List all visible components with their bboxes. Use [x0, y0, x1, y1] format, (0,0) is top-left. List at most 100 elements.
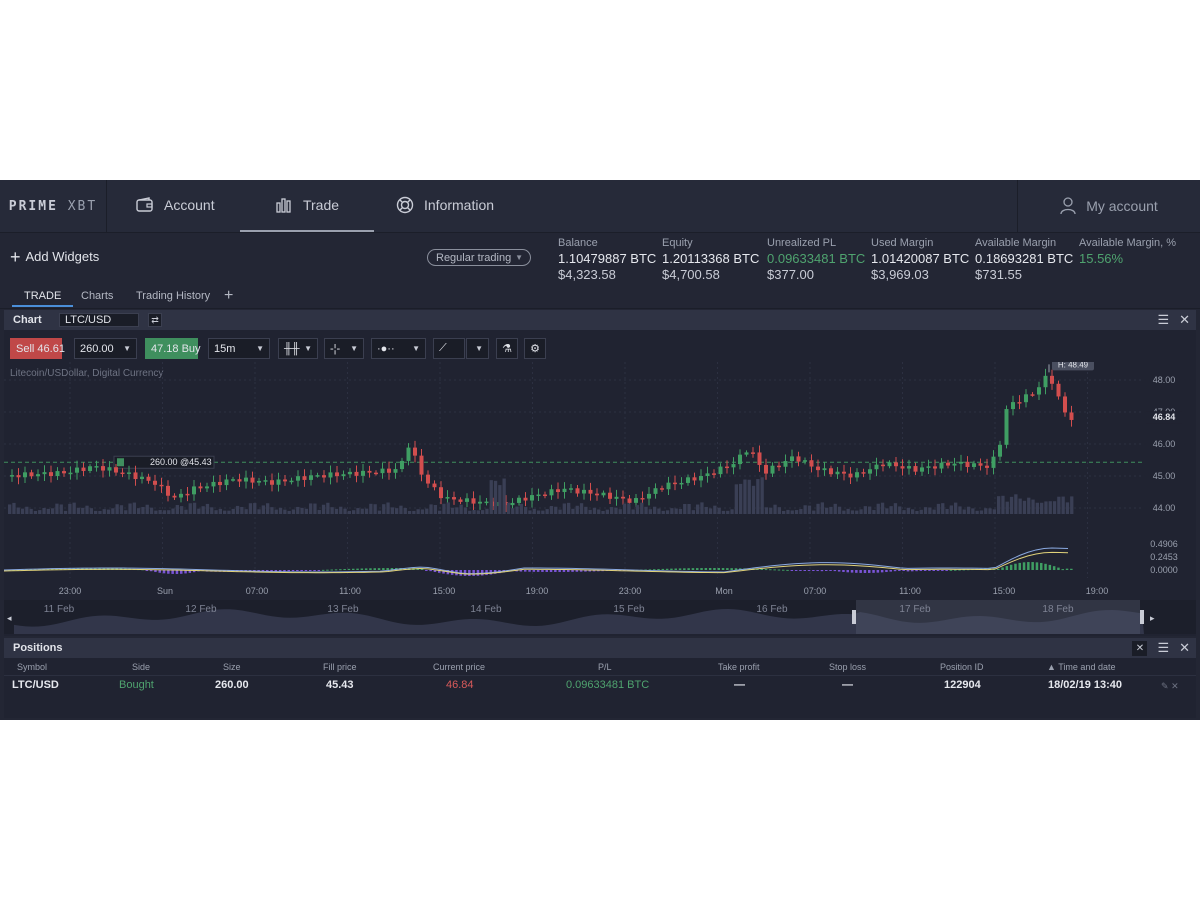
- user-icon: [1060, 197, 1076, 215]
- order-line-marker: [117, 458, 124, 467]
- candle-body: [952, 463, 957, 466]
- flask-button[interactable]: ⚗: [496, 338, 518, 359]
- settings-button[interactable]: ⚙: [524, 338, 546, 359]
- close-icon[interactable]: ✕: [1179, 640, 1190, 656]
- edit-icon[interactable]: ✎: [1161, 681, 1169, 691]
- macd-histogram-bar: [1057, 567, 1060, 570]
- col-pl[interactable]: P/L: [598, 662, 612, 672]
- macd-histogram-bar: [429, 570, 432, 572]
- sell-button[interactable]: Sell 46.61: [10, 338, 65, 359]
- add-tab-icon[interactable]: +: [224, 287, 233, 305]
- volume-bar: [683, 503, 687, 514]
- navigator-left-arrow[interactable]: ◂: [7, 613, 12, 623]
- col-symbol[interactable]: Symbol: [17, 662, 47, 672]
- volume-bar: [485, 508, 489, 514]
- close-position-icon[interactable]: ✕: [1171, 681, 1179, 691]
- stat-usd: $3,969.03: [871, 267, 929, 282]
- close-icon[interactable]: ✕: [1179, 312, 1190, 328]
- interval-select[interactable]: 15m ▼: [208, 338, 270, 359]
- row-actions[interactable]: ✎ ✕: [1161, 681, 1179, 692]
- chart-navigator[interactable]: ◂ ▸ 11 Feb 12 Feb 13 Feb 14 Feb 15 Feb 16 Feb 17…: [4, 600, 1196, 634]
- macd-histogram-bar: [773, 569, 776, 571]
- col-fill-price[interactable]: Fill price: [323, 662, 357, 672]
- swap-symbol-icon[interactable]: ⇄: [148, 313, 162, 327]
- stat-unrealized-pl: Unrealized PL 0.09633481 BTC $377.00: [767, 237, 865, 282]
- volume-bar: [618, 509, 622, 514]
- volume-bar: [567, 502, 571, 514]
- my-account-button[interactable]: My account: [1017, 180, 1200, 232]
- quantity-select[interactable]: 260.00 ▼: [74, 338, 137, 359]
- navigator-right-handle[interactable]: [1140, 610, 1144, 624]
- volume-bar: [528, 510, 532, 514]
- candle-body: [283, 479, 287, 482]
- col-take-profit[interactable]: Take profit: [718, 662, 760, 672]
- buy-price: 47.18: [151, 342, 179, 355]
- time-button[interactable]: ·●·· ▼: [371, 338, 426, 359]
- add-widgets-button[interactable]: + Add Widgets: [10, 248, 100, 266]
- menu-icon[interactable]: ☰: [1157, 640, 1169, 656]
- nav-trade[interactable]: Trade: [240, 180, 374, 232]
- nav-account[interactable]: Account: [136, 180, 215, 230]
- macd-histogram-bar: [1018, 562, 1021, 570]
- col-current-price[interactable]: Current price: [433, 662, 485, 672]
- macd-histogram-bar: [558, 570, 561, 572]
- macd-histogram-bar: [708, 568, 712, 570]
- volume-bar: [691, 510, 695, 514]
- tab-charts[interactable]: Charts: [81, 290, 113, 302]
- volume-bar: [412, 510, 416, 514]
- trading-mode-select[interactable]: Regular trading ▼: [427, 249, 531, 266]
- volume-bar: [141, 507, 145, 514]
- indicators-button[interactable]: -¦- ▼: [324, 338, 364, 359]
- candle-body: [848, 473, 853, 478]
- volume-bar: [756, 479, 760, 514]
- volume-bar: [786, 509, 790, 514]
- volume-bar: [536, 510, 541, 514]
- candle-body: [68, 472, 73, 475]
- stat-balance: Balance 1.10479887 BTC $4,323.58: [558, 237, 656, 282]
- col-time-and-date[interactable]: ▲ Time and date: [1047, 662, 1115, 672]
- macd-histogram-bar: [769, 569, 772, 571]
- col-side[interactable]: Side: [132, 662, 150, 672]
- col-size[interactable]: Size: [223, 662, 241, 672]
- menu-icon[interactable]: ☰: [1157, 312, 1169, 328]
- volume-bar: [820, 502, 824, 514]
- bar-chart-icon: [276, 198, 291, 213]
- macd-histogram-bar: [326, 569, 329, 571]
- navigator-right-arrow[interactable]: ▸: [1150, 613, 1155, 623]
- symbol-input[interactable]: LTC/USD: [59, 313, 139, 327]
- volume-bar: [450, 507, 455, 514]
- candle-body: [978, 463, 983, 466]
- candle-body: [120, 472, 125, 475]
- volume-bar: [932, 509, 936, 514]
- close-all-icon[interactable]: ✕: [1132, 640, 1148, 656]
- col-stop-loss[interactable]: Stop loss: [829, 662, 866, 672]
- tab-trade[interactable]: TRADE: [12, 290, 74, 307]
- drawing-tool-button[interactable]: ⟋: [433, 338, 465, 359]
- col-position-id[interactable]: Position ID: [940, 662, 984, 672]
- volume-bar: [1001, 495, 1005, 514]
- navigator-left-handle[interactable]: [852, 610, 856, 624]
- nav-information[interactable]: Information: [396, 180, 494, 230]
- volume-bar: [46, 508, 50, 514]
- volume-bar: [670, 508, 674, 514]
- candle-body: [114, 467, 118, 473]
- candle-body: [465, 498, 469, 502]
- volume-bar: [971, 508, 975, 514]
- volume-bar: [902, 510, 906, 514]
- tab-trading-history[interactable]: Trading History: [136, 290, 210, 302]
- candle-body: [328, 472, 333, 478]
- price-chart[interactable]: 48.0047.0046.0045.0044.00260.00 @45.43H:…: [4, 362, 1196, 600]
- macd-histogram-bar: [825, 570, 828, 571]
- chart-type-button[interactable]: ╫╫ ▼: [278, 338, 318, 359]
- candle-body: [140, 476, 144, 480]
- macd-histogram-bar: [386, 568, 389, 570]
- logo[interactable]: PRIME XBT: [0, 180, 107, 232]
- add-widgets-label: Add Widgets: [25, 249, 100, 264]
- volume-bar: [833, 503, 837, 514]
- buy-button[interactable]: 47.18 Buy: [145, 338, 201, 359]
- pos-position-id: 122904: [944, 679, 981, 691]
- macd-histogram-bar: [309, 570, 312, 571]
- drawing-tool-dropdown[interactable]: ▼: [466, 338, 489, 359]
- sort-asc-icon: ▲: [1047, 662, 1056, 672]
- volume-bar: [584, 506, 588, 514]
